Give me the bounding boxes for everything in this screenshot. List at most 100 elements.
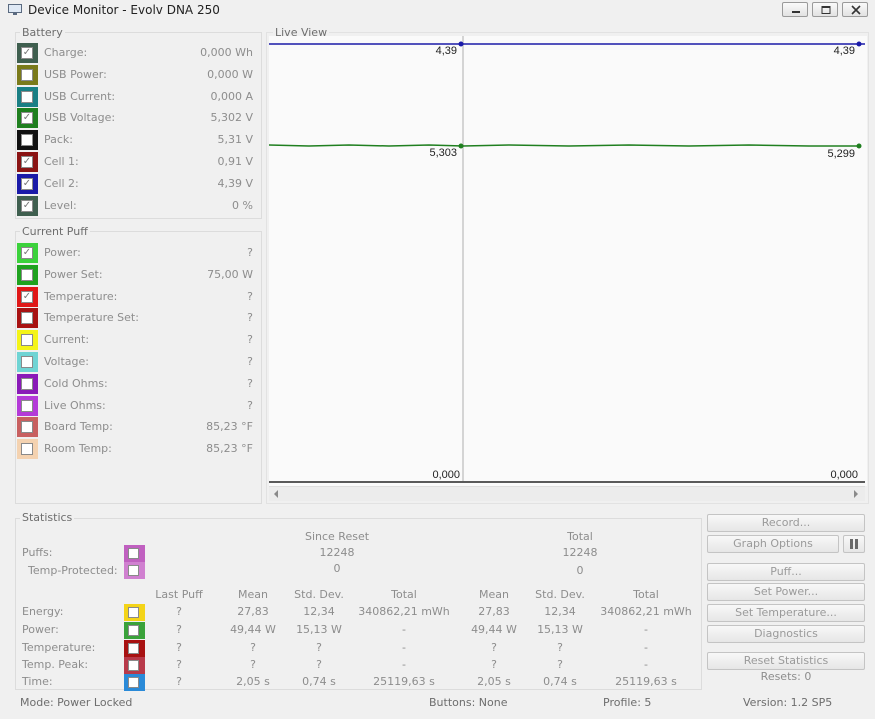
scroll-left-icon[interactable] — [273, 490, 279, 498]
live-view-scrollbar[interactable] — [269, 486, 865, 501]
usb-voltage-color-swatch[interactable]: ✓ — [17, 108, 38, 129]
stat-time-cell-3: 25119,63 s — [373, 675, 435, 688]
voltage-checkbox[interactable] — [21, 356, 33, 368]
puff-row-power-set: Power Set: 75,00 W — [17, 264, 257, 285]
usb-power-label: USB Power: — [44, 67, 107, 81]
usb-power-value: 0,000 W — [207, 67, 253, 81]
cell-2-label: Cell 2: — [44, 176, 79, 190]
stat-power-cell-2: 15,13 W — [296, 623, 342, 636]
current-color-swatch[interactable] — [17, 330, 38, 351]
stat-row-energy-swatch[interactable] — [124, 604, 145, 621]
current-checkbox[interactable] — [21, 334, 33, 347]
usb-power-checkbox[interactable] — [21, 68, 33, 81]
level-color-swatch[interactable]: ✓ — [17, 195, 38, 216]
diagnostics-button[interactable]: Diagnostics — [707, 625, 865, 643]
reset-statistics-button[interactable]: Reset Statistics — [707, 652, 865, 670]
graph-options-button[interactable]: Graph Options — [707, 535, 839, 553]
live-ohms-checkbox[interactable] — [21, 399, 33, 412]
usb-voltage-marker-left — [458, 143, 464, 149]
cell-1-label: Cell 1: — [44, 155, 79, 168]
usb-current-checkbox[interactable] — [21, 90, 33, 103]
temperature-color-swatch[interactable]: ✓ — [17, 286, 38, 307]
battery-row-level: ✓ Level: 0 % — [17, 195, 257, 216]
cell-2-color-swatch[interactable]: ✓ — [17, 173, 38, 194]
temp-protected-swatch[interactable] — [124, 562, 145, 579]
stat-row-time-checkbox[interactable] — [128, 677, 139, 688]
cell-1-checkbox[interactable]: ✓ — [21, 156, 33, 168]
puffs-checkbox[interactable] — [128, 548, 139, 559]
cell-1-color-swatch[interactable]: ✓ — [17, 152, 38, 172]
voltage-label: Voltage: — [44, 355, 89, 368]
stat-time-cell-6: 25119,63 s — [615, 675, 677, 688]
temp-protected-label: Temp-Protected: — [28, 564, 118, 577]
pack-checkbox[interactable] — [21, 134, 33, 147]
room-temp-label: Room Temp: — [44, 442, 112, 456]
temperature-set-checkbox[interactable] — [21, 312, 33, 325]
puffs-swatch[interactable] — [124, 545, 145, 562]
live-view-chart[interactable]: 4,39 4,39 5,303 5,299 0,000 0,000 — [268, 36, 867, 486]
stat-temperature-cell-1: ? — [250, 641, 256, 654]
temperature-set-color-swatch[interactable] — [17, 308, 38, 329]
usb-voltage-checkbox[interactable]: ✓ — [21, 112, 33, 125]
stat-row-power-checkbox[interactable] — [128, 625, 139, 636]
cold-ohms-checkbox[interactable] — [21, 377, 33, 390]
since-reset-header: Since Reset — [304, 530, 370, 543]
power-checkbox[interactable]: ✓ — [21, 247, 33, 259]
usb-current-color-swatch[interactable] — [17, 86, 38, 107]
set-power-button[interactable]: Set Power... — [707, 583, 865, 601]
statistics-title: Statistics — [20, 511, 75, 524]
usb-power-color-swatch[interactable] — [17, 64, 38, 85]
close-button[interactable] — [842, 2, 868, 17]
puff-button[interactable]: Puff... — [707, 563, 865, 581]
mid-left-value: 5,303 — [429, 147, 457, 159]
power-set-color-swatch[interactable] — [17, 264, 38, 285]
stat-row-power-swatch[interactable] — [124, 622, 145, 639]
stat-row-temp-peak-swatch[interactable] — [124, 657, 145, 674]
total-temp-protected: 0 — [576, 564, 584, 577]
power-label: Power: — [44, 246, 81, 259]
puff-row-cold-ohms: Cold Ohms:? — [17, 373, 257, 394]
cold-ohms-color-swatch[interactable] — [17, 373, 38, 394]
puff-row-temperature: ✓ Temperature:? — [17, 286, 257, 307]
stat-row-energy-checkbox[interactable] — [128, 607, 139, 618]
room-temp-color-swatch[interactable] — [17, 439, 38, 460]
cell2-marker-right — [856, 41, 862, 47]
voltage-color-swatch[interactable] — [17, 352, 38, 372]
stat-temp-peak-cell-0: ? — [176, 658, 182, 671]
stat-temperature-cell-3: - — [402, 641, 406, 654]
live-ohms-color-swatch[interactable] — [17, 395, 38, 416]
current-label: Current: — [44, 333, 90, 347]
stat-row-temp-peak-checkbox[interactable] — [128, 660, 139, 671]
cell-2-checkbox[interactable]: ✓ — [21, 177, 33, 190]
scroll-right-icon[interactable] — [853, 490, 859, 498]
window-title: Device Monitor - Evolv DNA 250 — [28, 3, 220, 17]
board-temp-color-swatch[interactable] — [17, 417, 38, 438]
pack-value: 5,31 V — [217, 133, 253, 147]
battery-row-cell-2: ✓ Cell 2: 4,39 V — [17, 173, 257, 194]
stat-header-2: Std. Dev. — [294, 588, 344, 601]
power-color-swatch[interactable]: ✓ — [17, 243, 38, 263]
minimize-button[interactable] — [782, 2, 808, 17]
maximize-icon — [821, 6, 831, 14]
temperature-checkbox[interactable]: ✓ — [21, 290, 33, 303]
room-temp-checkbox[interactable] — [21, 443, 33, 456]
stat-row-time-swatch[interactable] — [124, 674, 145, 691]
stat-row-temperature-swatch[interactable] — [124, 640, 145, 657]
power-value: ? — [247, 246, 253, 259]
stat-temperature-cell-6: - — [644, 641, 648, 654]
maximize-button[interactable] — [812, 2, 838, 17]
power-set-checkbox[interactable] — [21, 268, 33, 281]
charge-color-swatch[interactable]: ✓ — [17, 43, 38, 63]
set-temperature-button[interactable]: Set Temperature... — [707, 604, 865, 622]
stat-energy-cell-4: 27,83 — [478, 605, 510, 618]
pack-color-swatch[interactable] — [17, 130, 38, 151]
level-checkbox[interactable]: ✓ — [21, 199, 33, 212]
charge-checkbox[interactable]: ✓ — [21, 47, 33, 59]
temp-protected-checkbox[interactable] — [128, 565, 139, 576]
pause-button[interactable] — [843, 535, 865, 553]
stat-row-temperature-checkbox[interactable] — [128, 643, 139, 654]
record-button[interactable]: Record... — [707, 514, 865, 532]
board-temp-checkbox[interactable] — [21, 421, 33, 434]
puff-row-room-temp: Room Temp: 85,23 °F — [17, 439, 257, 460]
level-label: Level: — [44, 198, 77, 212]
